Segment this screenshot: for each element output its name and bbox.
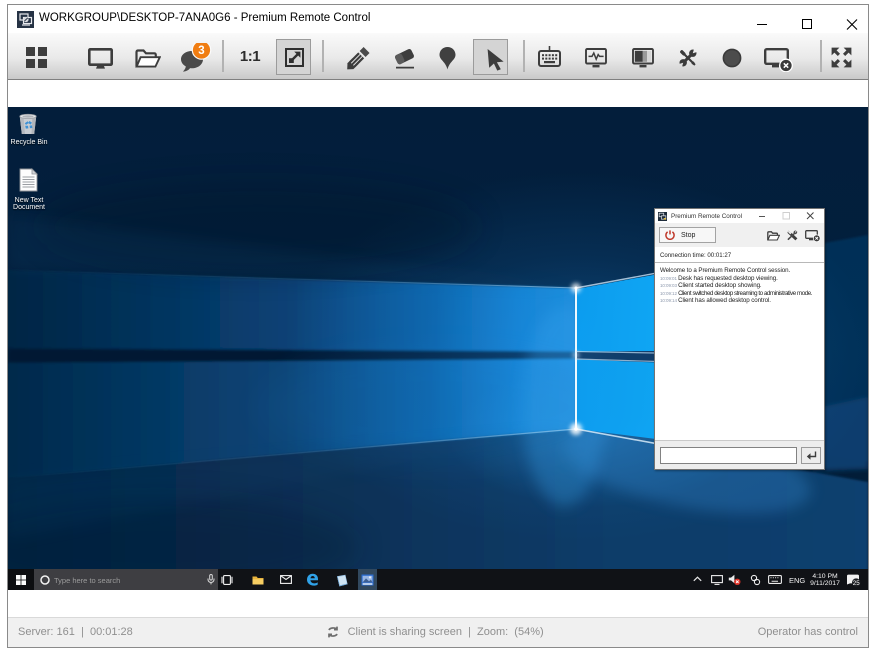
- svg-text:25: 25: [853, 579, 860, 586]
- svg-text:3: 3: [198, 45, 204, 57]
